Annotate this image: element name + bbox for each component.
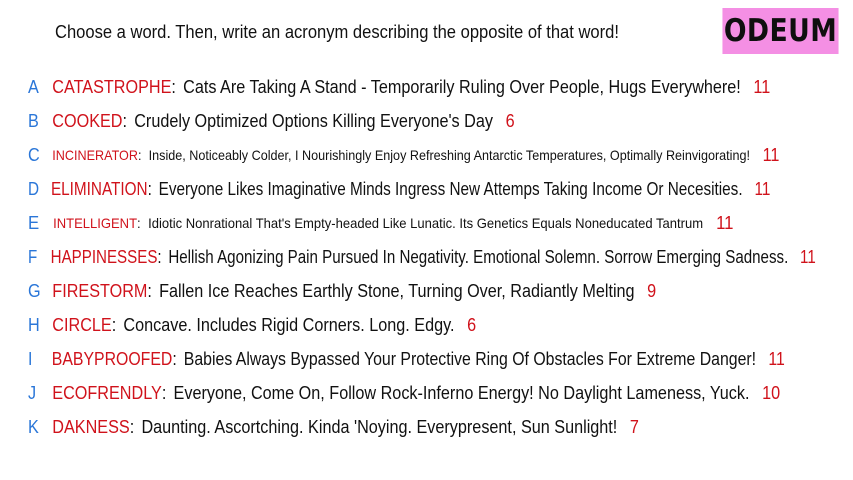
list-item: A CATASTROPHE: Cats Are Taking A Stand -… [28, 76, 771, 97]
list-item: B COOKED: Crudely Optimized Options Kill… [28, 110, 515, 131]
entry-word: CATASTROPHE [52, 76, 172, 97]
entry-letter: K [28, 416, 39, 437]
entry-word: COOKED [52, 110, 123, 131]
entry-count: 11 [768, 348, 785, 369]
odeum-badge: ODEUM [722, 8, 839, 54]
entry-acronym: Everyone, Come On, Follow Rock-Inferno E… [173, 382, 750, 403]
entry-word: ECOFRENDLY [52, 382, 162, 403]
list-item: K DAKNESS: Daunting. Ascortching. Kinda … [28, 416, 639, 437]
entry-letter: I [28, 348, 33, 369]
entry-acronym: Hellish Agonizing Pain Pursued In Negati… [168, 246, 789, 267]
entry-letter: D [28, 178, 40, 199]
list-item: J ECOFRENDLY: Everyone, Come On, Follow … [28, 382, 781, 403]
entry-word: DAKNESS [52, 416, 130, 437]
entry-acronym: Crudely Optimized Options Killing Everyo… [134, 110, 493, 131]
list-item: G FIRESTORM: Fallen Ice Reaches Earthly … [28, 280, 657, 301]
entry-count: 11 [716, 212, 734, 233]
entry-letter: J [28, 382, 37, 403]
entry-letter: E [28, 212, 40, 233]
entry-letter: A [28, 76, 39, 97]
list-item: C INCINERATOR: Inside, Noticeably Colder… [28, 144, 780, 165]
entry-count: 10 [762, 382, 781, 403]
entry-word: INCINERATOR [52, 147, 138, 163]
list-item: H CIRCLE: Concave. Includes Rigid Corner… [28, 314, 477, 335]
list-item: F HAPPINESSES: Hellish Agonizing Pain Pu… [28, 246, 816, 267]
entry-letter: C [28, 144, 40, 165]
entry-word: FIRESTORM [52, 280, 148, 301]
entry-word: HAPPINESSES [50, 246, 158, 267]
entry-count: 6 [467, 314, 477, 335]
entry-word: CIRCLE [52, 314, 112, 335]
entry-acronym: Cats Are Taking A Stand - Temporarily Ru… [183, 76, 741, 97]
entry-word: INTELLIGENT [53, 215, 138, 231]
list-item: I BABYPROOFED: Babies Always Bypassed Yo… [28, 348, 785, 369]
entry-count: 9 [647, 280, 657, 301]
entry-acronym: Concave. Includes Rigid Corners. Long. E… [123, 314, 455, 335]
entry-count: 11 [754, 178, 771, 199]
entry-acronym: Everyone Likes Imaginative Minds Ingress… [158, 178, 743, 199]
entry-letter: B [28, 110, 39, 131]
entry-letter: F [28, 246, 38, 267]
list-item: D ELIMINATION: Everyone Likes Imaginativ… [28, 178, 771, 199]
entry-acronym: Idiotic Nonrational That's Empty-headed … [148, 215, 704, 231]
entry-acronym: Fallen Ice Reaches Earthly Stone, Turnin… [159, 280, 635, 301]
instructions-text: Choose a word. Then, write an acronym de… [55, 22, 619, 42]
entry-letter: G [28, 280, 41, 301]
entry-word: ELIMINATION [50, 178, 148, 199]
list-item: E INTELLIGENT: Idiotic Nonrational That'… [28, 212, 734, 233]
entry-acronym: Babies Always Bypassed Your Protective R… [183, 348, 757, 369]
entry-acronym: Daunting. Ascortching. Kinda 'Noying. Ev… [141, 416, 618, 437]
entry-acronym: Inside, Noticeably Colder, I Nourishingl… [148, 147, 750, 163]
entry-count: 11 [762, 144, 780, 165]
entry-count: 7 [629, 416, 639, 437]
entry-word: BABYPROOFED [51, 348, 173, 369]
entry-count: 11 [800, 246, 816, 267]
entry-count: 11 [753, 76, 771, 97]
entry-count: 6 [505, 110, 515, 131]
entry-letter: H [28, 314, 40, 335]
